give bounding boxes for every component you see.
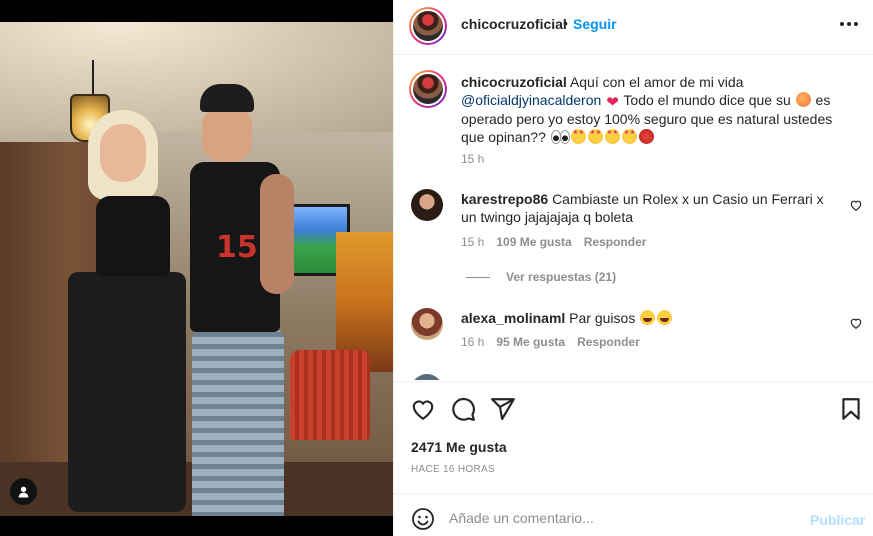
comment-text: alexa_molinaml Par guisos — [461, 309, 841, 327]
commenter-username[interactable]: karestrepo86 — [461, 191, 548, 207]
follow-button[interactable]: Seguir — [573, 16, 617, 32]
heart-emoji-icon: ❤ — [606, 94, 619, 111]
post-date[interactable]: HACE 16 HORAS — [411, 464, 495, 475]
reply-button[interactable]: Responder — [577, 335, 640, 349]
replies-divider — [466, 276, 490, 278]
comment-likes[interactable]: 95 Me gusta — [496, 335, 565, 349]
comment-meta: 15 h 109 Me gusta Responder — [461, 235, 646, 249]
caption-mention[interactable]: @oficialdjyinacalderon — [461, 92, 601, 108]
star-struck-emoji-icon — [570, 129, 586, 144]
caption-username[interactable]: chicocruzoficial — [461, 74, 567, 90]
photo-face — [100, 124, 146, 182]
photo-face — [202, 106, 252, 162]
commenter-avatar-partial — [411, 374, 443, 380]
star-struck-emoji-icon — [621, 129, 637, 144]
post-panel: chicocruzoficial • Seguir chicocruzofici… — [393, 0, 873, 536]
person-tag-icon — [18, 486, 29, 498]
caption-time[interactable]: 15 h — [461, 152, 484, 166]
share-paper-plane-icon[interactable] — [490, 396, 516, 422]
add-comment-bar: Publicar — [394, 493, 873, 536]
photo-top — [96, 196, 170, 276]
caption-text-part: Aquí con el amor de mi vida — [569, 74, 744, 90]
comment-like-heart-icon[interactable] — [849, 316, 863, 330]
author-avatar[interactable] — [409, 7, 447, 45]
photo-arm — [260, 174, 294, 294]
reply-button[interactable]: Responder — [584, 235, 647, 249]
commenter-username[interactable]: alexa_molinaml — [461, 310, 565, 326]
photo-person-man: 15 — [178, 84, 308, 516]
comment-likes[interactable]: 109 Me gusta — [496, 235, 571, 249]
devil-emoji-icon — [638, 129, 654, 144]
comment-time[interactable]: 15 h — [461, 235, 484, 249]
commenter-avatar[interactable] — [411, 308, 443, 340]
peach-emoji-icon — [795, 92, 811, 107]
photo-cap — [200, 84, 254, 112]
more-horizontal-icon — [847, 22, 851, 26]
post-photo[interactable]: 15 — [0, 0, 393, 536]
post-actions: 2471 Me gusta HACE 16 HORAS — [394, 381, 873, 493]
post-header: chicocruzoficial • Seguir — [394, 0, 873, 55]
photo-pants — [68, 272, 186, 512]
post-comment-button[interactable]: Publicar — [810, 512, 865, 528]
more-options-button[interactable] — [834, 12, 864, 36]
comment-text: karestrepo86 Cambiaste un Rolex x un Cas… — [461, 190, 841, 226]
star-struck-emoji-icon — [604, 129, 620, 144]
comment-meta: 16 h 95 Me gusta Responder — [461, 335, 640, 349]
photo-jersey-number: 15 — [216, 230, 258, 265]
comment-bubble-icon[interactable] — [450, 396, 476, 422]
comment-input[interactable] — [449, 506, 789, 530]
photo-person-woman — [58, 110, 188, 512]
save-bookmark-icon[interactable] — [838, 396, 864, 422]
comment-like-heart-icon[interactable] — [849, 198, 863, 212]
more-horizontal-icon — [840, 22, 844, 26]
eyes-emoji-icon — [550, 129, 570, 144]
photo-scene: 15 — [0, 22, 393, 516]
commenter-avatar[interactable] — [411, 189, 443, 221]
joy-emoji-icon — [640, 310, 656, 325]
more-horizontal-icon — [854, 22, 858, 26]
comment-body: Par guisos — [569, 310, 636, 326]
emoji-smile-icon[interactable] — [411, 507, 435, 531]
comment-time[interactable]: 16 h — [461, 335, 484, 349]
likes-count[interactable]: 2471 Me gusta — [411, 439, 507, 455]
author-username[interactable]: chicocruzoficial — [461, 16, 567, 32]
like-heart-icon[interactable] — [410, 396, 436, 422]
caption-text: chicocruzoficial Aquí con el amor de mi … — [461, 73, 841, 146]
comments-list[interactable]: chicocruzoficial Aquí con el amor de mi … — [394, 56, 873, 380]
header-separator: • — [563, 15, 568, 31]
joy-emoji-icon — [657, 310, 673, 325]
person-tag-button[interactable] — [10, 478, 37, 505]
star-struck-emoji-icon — [587, 129, 603, 144]
view-replies-label: Ver respuestas (21) — [506, 270, 617, 284]
caption-text-part: Todo el mundo dice que su — [623, 92, 791, 108]
view-replies-button[interactable]: Ver respuestas (21) — [466, 270, 616, 284]
caption-avatar[interactable] — [409, 70, 447, 108]
photo-jeans — [192, 330, 284, 516]
